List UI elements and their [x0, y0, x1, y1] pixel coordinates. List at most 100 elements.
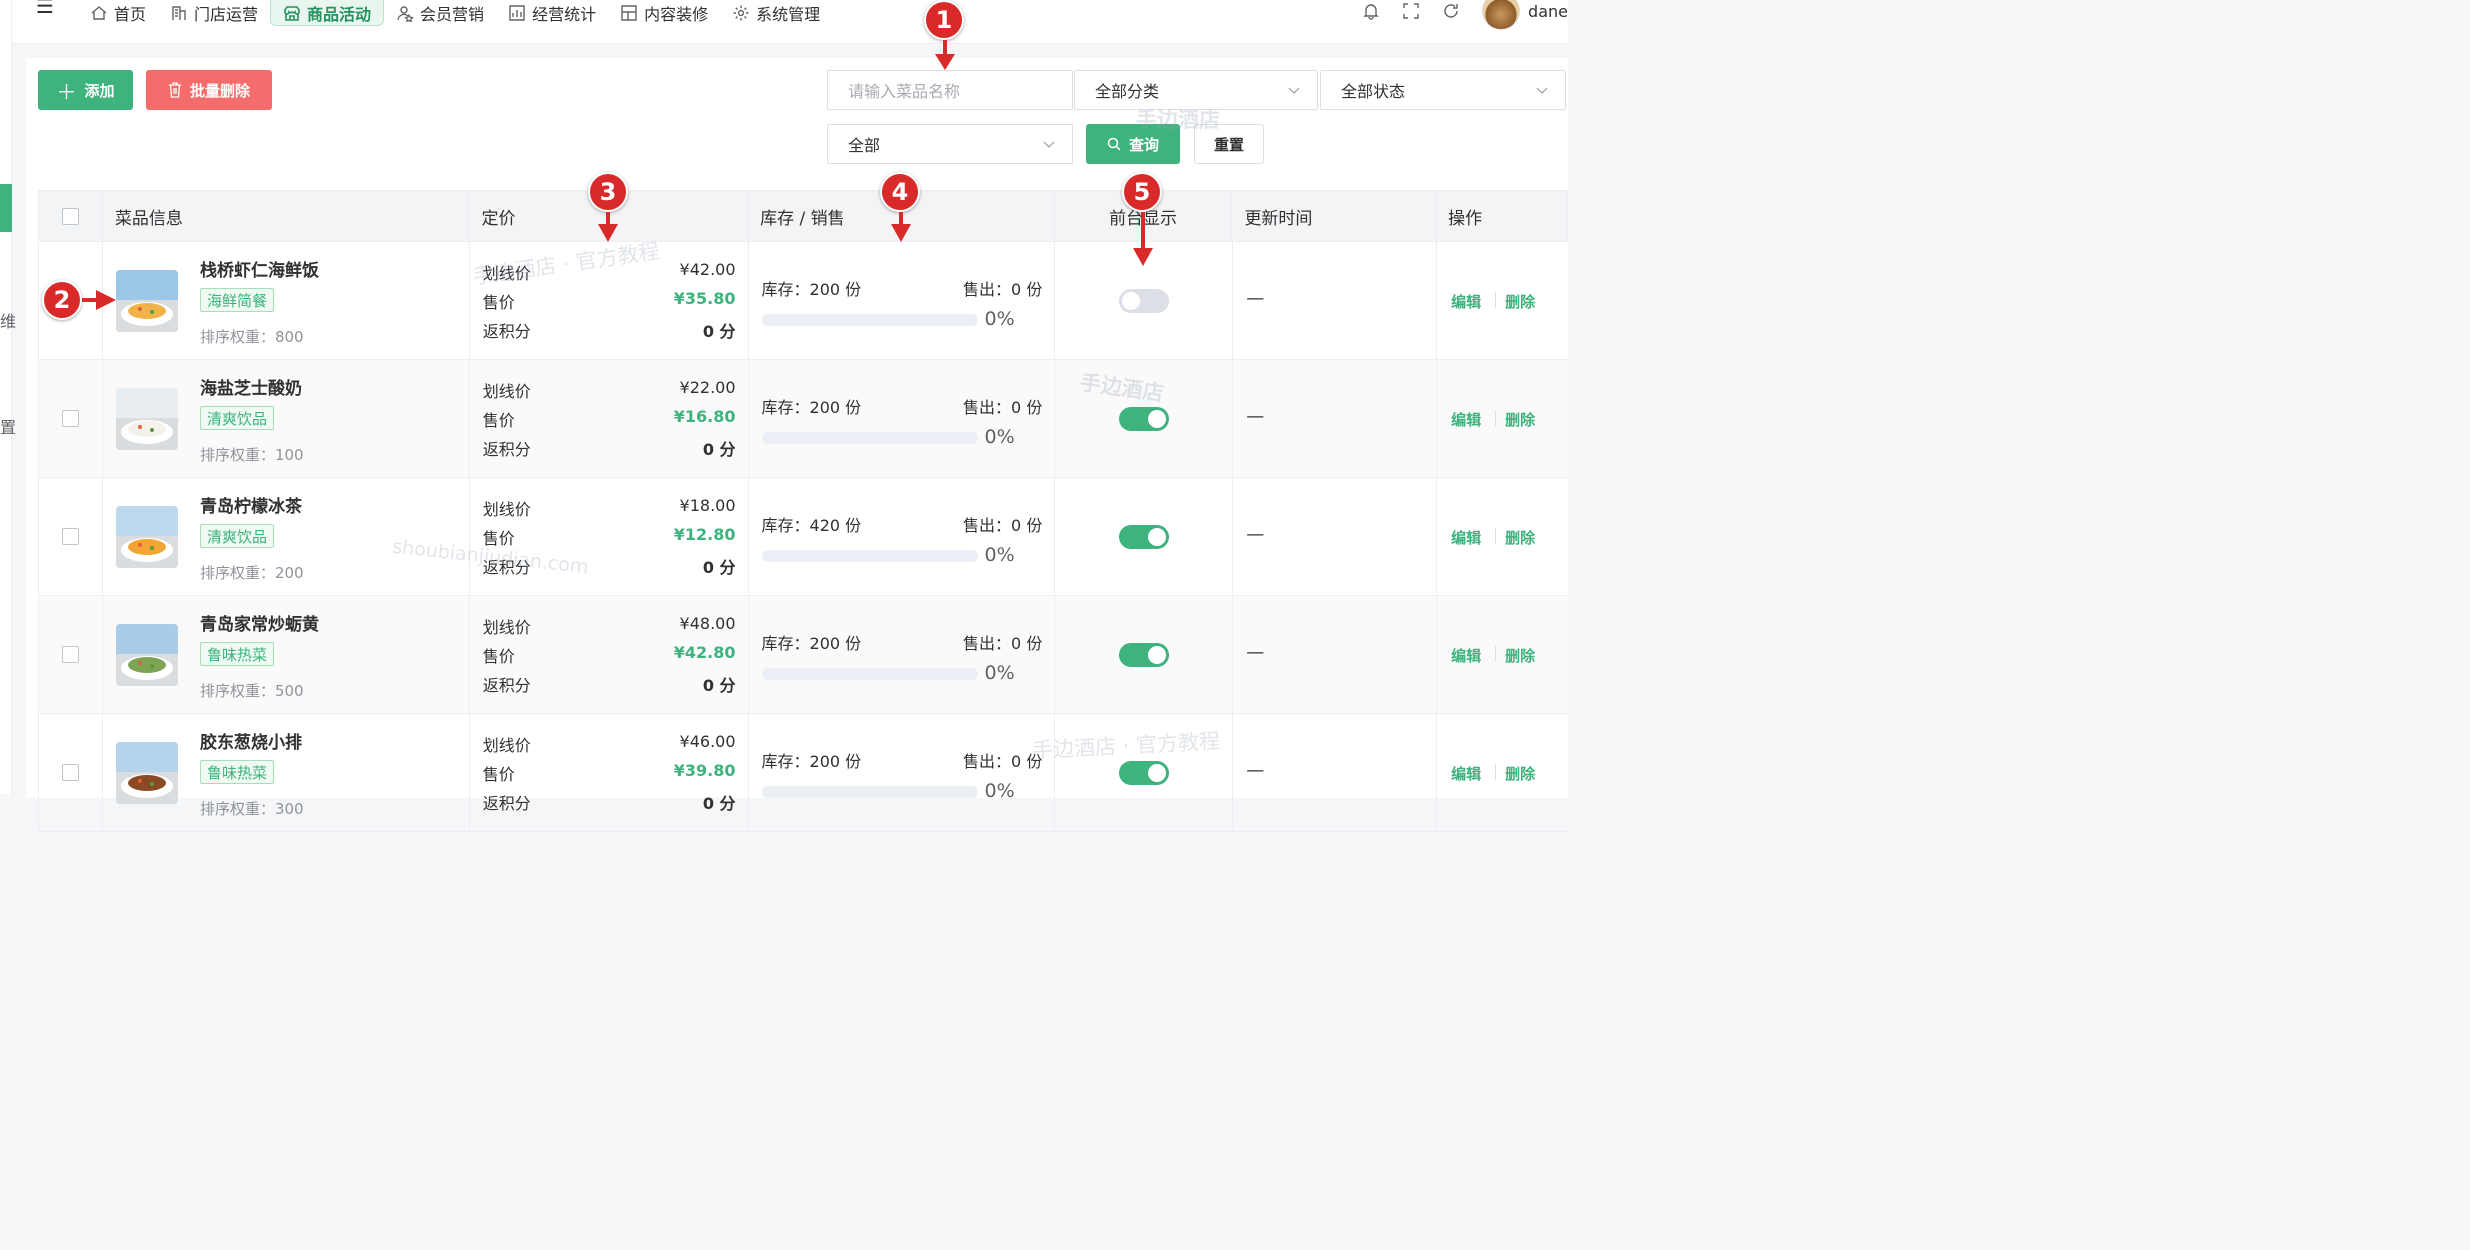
- dish-thumbnail[interactable]: [115, 506, 178, 568]
- user-name[interactable]: dane: [1528, 2, 1568, 21]
- sidebar-fragment[interactable]: 维: [0, 308, 16, 332]
- fullscreen-icon[interactable]: [1402, 2, 1420, 20]
- nav-item-chart[interactable]: 经营统计: [496, 0, 608, 26]
- action-divider: [1495, 764, 1497, 780]
- refresh-icon[interactable]: [1442, 2, 1460, 20]
- delete-button[interactable]: 删除: [1505, 763, 1535, 784]
- reset-button[interactable]: 重置: [1194, 124, 1264, 164]
- table-row: 青岛柠檬冰茶 清爽饮品 排序权重：200 划线价 ¥18.00 售价 ¥12.8…: [38, 478, 1568, 596]
- dish-name: 栈桥虾仁海鲜饭: [199, 261, 319, 281]
- points-value: 0 分: [702, 322, 736, 341]
- add-button[interactable]: ＋ 添加: [38, 70, 133, 110]
- annotation-arrow: [891, 212, 911, 242]
- left-sidebar: 维 置: [0, 0, 16, 794]
- sales-percent: 0%: [984, 308, 1015, 330]
- dish-thumbnail[interactable]: [115, 742, 178, 804]
- points-value: 0 分: [702, 676, 736, 695]
- top-bar: ☰ 首页 门店运营 商品活动 会员营销 经营统计 内容装修 系统管理 dane: [12, 0, 1568, 44]
- category-tag: 海鲜简餐: [199, 288, 274, 312]
- main-nav: 首页 门店运营 商品活动 会员营销 经营统计 内容装修 系统管理: [78, 0, 832, 26]
- edit-button[interactable]: 编辑: [1451, 527, 1481, 548]
- delete-button[interactable]: 删除: [1505, 409, 1535, 430]
- scope-select[interactable]: 全部: [827, 124, 1073, 164]
- avatar[interactable]: [1482, 0, 1521, 30]
- dish-name-search-input[interactable]: 请输入菜品名称: [827, 70, 1073, 110]
- nav-item-label: 系统管理: [756, 5, 821, 24]
- display-toggle[interactable]: [1119, 761, 1170, 785]
- nav-item-member[interactable]: 会员营销: [384, 0, 496, 26]
- nav-item-layout[interactable]: 内容装修: [608, 0, 720, 26]
- shop-icon: [284, 5, 300, 21]
- list-price-value: ¥18.00: [679, 496, 736, 515]
- list-price-value: ¥48.00: [679, 614, 736, 633]
- batch-delete-button[interactable]: 批量删除: [146, 70, 272, 110]
- display-toggle[interactable]: [1119, 407, 1170, 431]
- display-toggle[interactable]: [1119, 289, 1170, 313]
- delete-button[interactable]: 删除: [1505, 291, 1535, 312]
- price-cell: 划线价 ¥46.00 售价 ¥39.80 返积分 0 分: [470, 714, 749, 831]
- list-price-label: 划线价: [482, 500, 531, 519]
- row-checkbox[interactable]: [62, 528, 79, 545]
- dish-name: 青岛柠檬冰茶: [199, 497, 302, 517]
- query-button[interactable]: 查询: [1086, 124, 1180, 164]
- nav-item-label: 内容装修: [644, 5, 709, 24]
- dish-name: 青岛家常炒蛎黄: [199, 615, 319, 635]
- sidebar-active-marker: [0, 184, 12, 232]
- price-cell: 划线价 ¥18.00 售价 ¥12.80 返积分 0 分: [470, 478, 749, 595]
- top-right-tools: dane: [1362, 0, 1568, 30]
- edit-button[interactable]: 编辑: [1451, 409, 1481, 430]
- home-icon: [91, 6, 107, 20]
- updated-time: —: [1246, 288, 1265, 309]
- category-tag: 清爽饮品: [199, 524, 274, 548]
- row-checkbox[interactable]: [62, 646, 79, 663]
- toggle-knob: [1148, 646, 1167, 664]
- sold-value: 售出：0 份: [963, 280, 1043, 299]
- points-value: 0 分: [702, 558, 736, 577]
- sales-percent: 0%: [984, 662, 1015, 684]
- delete-button[interactable]: 删除: [1505, 527, 1535, 548]
- nav-item-shop[interactable]: 商品活动: [270, 0, 385, 26]
- chevron-down-icon: [1043, 141, 1055, 148]
- display-toggle[interactable]: [1119, 525, 1170, 549]
- sale-price-label: 售价: [482, 647, 515, 666]
- status-select[interactable]: 全部状态: [1320, 70, 1566, 110]
- sale-price-value: ¥42.80: [673, 643, 736, 662]
- nav-item-store[interactable]: 门店运营: [158, 0, 270, 26]
- list-price-label: 划线价: [482, 382, 531, 401]
- edit-button[interactable]: 编辑: [1451, 291, 1481, 312]
- display-toggle[interactable]: [1119, 643, 1170, 667]
- dish-thumbnail[interactable]: [115, 388, 178, 450]
- stock-cell: 库存：200 份 售出：0 份 0%: [749, 596, 1056, 713]
- stock-cell: 库存：420 份 售出：0 份 0%: [749, 478, 1056, 595]
- delete-button[interactable]: 删除: [1505, 645, 1535, 666]
- category-select[interactable]: 全部分类: [1074, 70, 1318, 110]
- menu-fold-icon[interactable]: ☰: [36, 0, 54, 18]
- sale-price-label: 售价: [482, 293, 515, 312]
- stock-cell: 库存：200 份 售出：0 份 0%: [749, 242, 1056, 359]
- chevron-down-icon: [1536, 87, 1548, 94]
- display-cell: [1055, 360, 1234, 477]
- dish-thumbnail[interactable]: [115, 270, 178, 332]
- bell-icon[interactable]: [1362, 2, 1380, 20]
- sidebar-fragment[interactable]: 置: [0, 414, 16, 438]
- annotation-arrow: [598, 212, 618, 242]
- table-row: 胶东葱烧小排 鲁味热菜 排序权重：300 划线价 ¥46.00 售价 ¥39.8…: [38, 714, 1568, 832]
- nav-item-gear[interactable]: 系统管理: [720, 0, 832, 26]
- row-checkbox-cell: [39, 360, 103, 477]
- row-checkbox[interactable]: [62, 764, 79, 781]
- select-all-checkbox[interactable]: [62, 208, 79, 225]
- chevron-down-icon: [1288, 87, 1300, 94]
- price-cell: 划线价 ¥22.00 售价 ¥16.80 返积分 0 分: [470, 360, 749, 477]
- edit-button[interactable]: 编辑: [1451, 645, 1481, 666]
- dish-thumbnail[interactable]: [115, 624, 178, 686]
- action-divider: [1495, 646, 1497, 662]
- row-checkbox[interactable]: [62, 410, 79, 427]
- header-checkbox-cell: [39, 191, 103, 241]
- nav-item-home[interactable]: 首页: [78, 0, 158, 26]
- gear-icon: [733, 5, 749, 21]
- sales-progress-bar: [761, 550, 978, 562]
- toggle-knob: [1148, 764, 1167, 782]
- sales-percent: 0%: [984, 426, 1015, 448]
- display-cell: [1055, 478, 1234, 595]
- edit-button[interactable]: 编辑: [1451, 763, 1481, 784]
